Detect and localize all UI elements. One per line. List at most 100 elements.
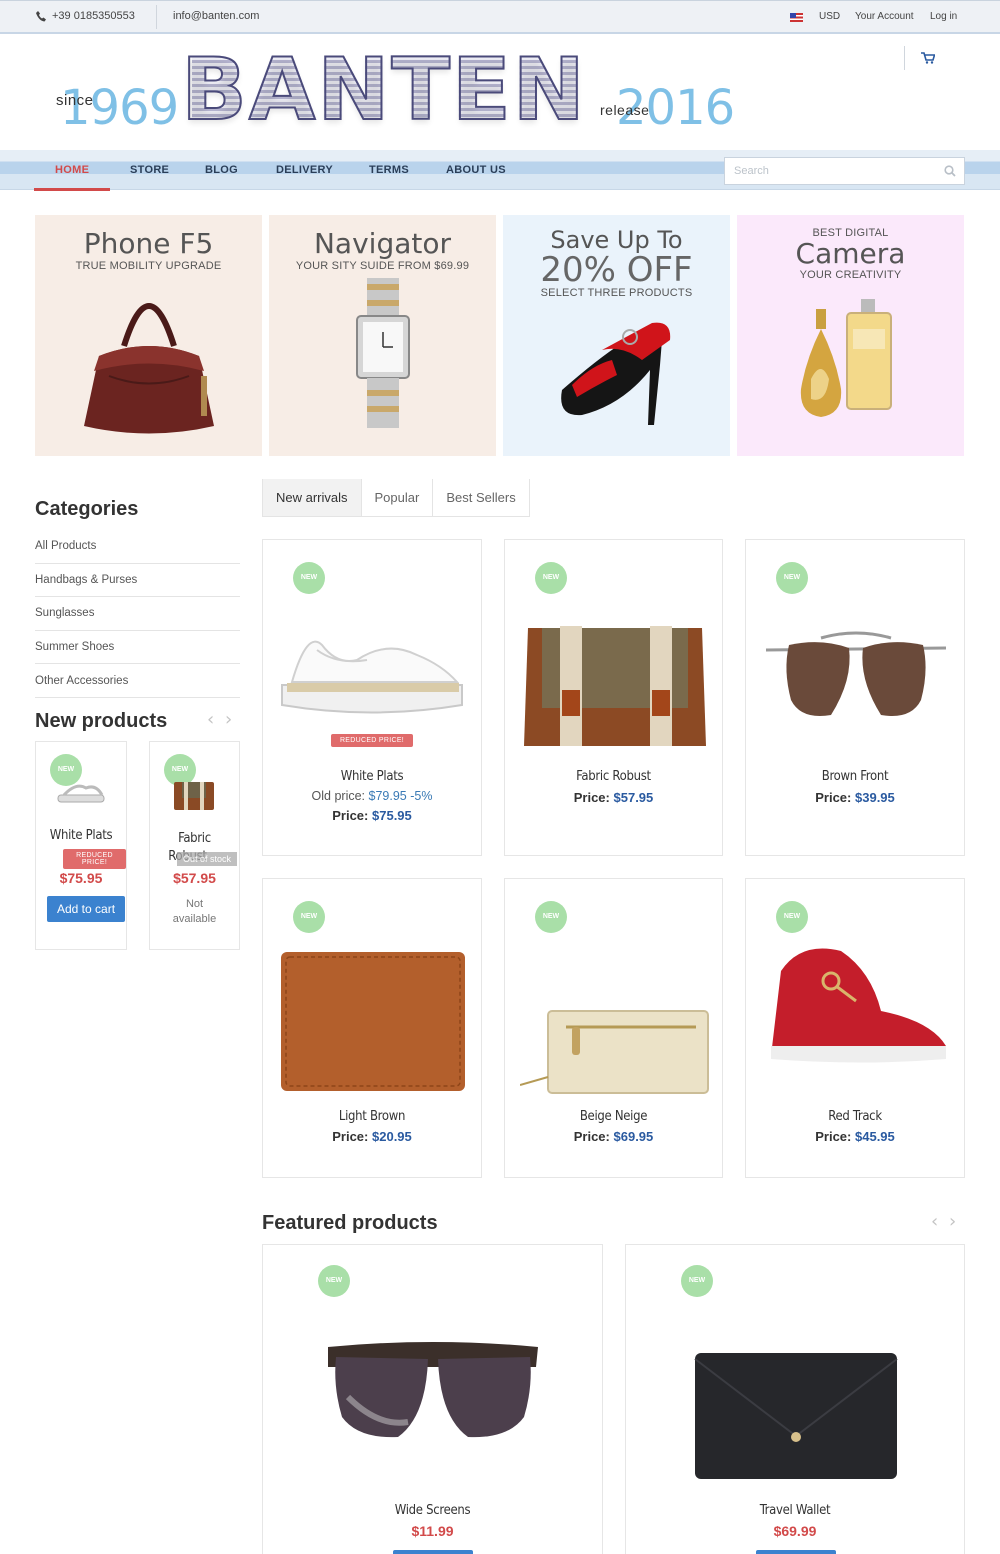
new-badge: NEW (776, 901, 808, 933)
divider (35, 697, 240, 698)
old-price-label: Old price: (311, 789, 366, 803)
active-nav-indicator (34, 188, 110, 191)
product-name[interactable]: White Plats (263, 769, 481, 784)
your-account-link[interactable]: Your Account (855, 11, 914, 22)
categories-title: Categories (35, 498, 139, 520)
price-label: Price: (815, 1129, 852, 1144)
new-products-title: New products (35, 710, 168, 732)
banner-save-20-off[interactable]: Save Up To 20% OFF SELECT THREE PRODUCTS (503, 215, 730, 456)
chevron-right-icon[interactable]: › (949, 1211, 956, 1232)
featured-products-title: Featured products (262, 1212, 438, 1234)
category-handbags-purses[interactable]: Handbags & Purses (35, 574, 240, 586)
divider (35, 630, 240, 631)
banner-phone-f5[interactable]: Phone F5 TRUE MOBILITY UPGRADE (35, 215, 262, 456)
nav-store[interactable]: STORE (130, 164, 169, 176)
beige-clutch-image (520, 1010, 709, 1094)
product-name[interactable]: Wide Screens (263, 1503, 602, 1518)
currency-selector[interactable]: USD (819, 11, 840, 22)
banner-camera[interactable]: BEST DIGITAL Camera YOUR CREATIVITY (737, 215, 964, 456)
category-all-products[interactable]: All Products (35, 540, 240, 552)
price-label: Price: (332, 808, 369, 823)
banner-navigator[interactable]: Navigator YOUR SITY SUIDE FROM $69.99 (269, 215, 496, 456)
add-to-cart-button[interactable]: Add to cart (47, 896, 126, 922)
price-line: Price: $69.95 (505, 1129, 722, 1144)
product-name-line1[interactable]: Fabric (150, 828, 239, 850)
aviator-sunglasses-image (765, 631, 947, 716)
banner-title-line2: 20% OFF (540, 250, 693, 290)
tab-popular[interactable]: Popular (361, 479, 434, 517)
chevron-left-icon[interactable]: ‹ (931, 1211, 938, 1232)
product-card[interactable]: NEW Brown Front Price: $39.95 (745, 539, 965, 856)
price-line: Price: $39.95 (746, 790, 964, 805)
messenger-bag-image (174, 782, 214, 810)
divider (35, 596, 240, 597)
tab-new-arrivals[interactable]: New arrivals (262, 479, 362, 517)
product-card[interactable]: NEW REDUCED PRICE! White Plats Old price… (262, 539, 482, 856)
tab-best-sellers[interactable]: Best Sellers (433, 479, 530, 517)
nav-about-us[interactable]: ABOUT US (446, 164, 506, 176)
price-value: $69.95 (613, 1129, 654, 1144)
add-to-cart-button[interactable] (756, 1550, 836, 1554)
cart-icon[interactable] (921, 52, 935, 64)
product-card[interactable]: NEW Beige Neige Price: $69.95 (504, 878, 723, 1178)
nav-delivery[interactable]: DELIVERY (276, 164, 333, 176)
phone-contact[interactable]: +39 0185350553 (36, 10, 135, 22)
chevron-right-icon[interactable]: › (225, 709, 232, 730)
top-bar: +39 0185350553 info@banten.com USD Your … (0, 0, 1000, 34)
category-summer-shoes[interactable]: Summer Shoes (35, 641, 240, 653)
product-name[interactable]: Travel Wallet (626, 1503, 964, 1518)
new-badge: NEW (535, 562, 567, 594)
price-line: Price: $45.95 (746, 1129, 964, 1144)
banner-subtitle: YOUR SITY SUIDE FROM $69.99 (295, 260, 470, 272)
product-card[interactable]: NEW Fabric Robust Price: $57.95 (504, 539, 723, 856)
product-price: $69.99 (773, 1523, 817, 1539)
nav-terms[interactable]: TERMS (369, 164, 409, 176)
old-price-value: $79.95 -5% (368, 789, 433, 803)
product-name[interactable]: Light Brown (263, 1109, 481, 1124)
nav-blog[interactable]: BLOG (205, 164, 238, 176)
product-price: $75.95 (59, 870, 103, 886)
availability-status: Not available (172, 898, 217, 925)
new-product-card[interactable]: NEW White Plats REDUCED PRICE! $75.95 Ad… (35, 741, 127, 950)
banner-subtitle: SELECT THREE PRODUCTS (540, 287, 693, 299)
price-value: $75.95 (372, 808, 412, 823)
chevron-left-icon[interactable]: ‹ (207, 709, 214, 730)
price-label: Price: (573, 1129, 610, 1144)
product-card[interactable]: NEW Light Brown Price: $20.95 (262, 878, 482, 1178)
banner-title: Navigator (313, 227, 451, 260)
price-line: Price: $75.95 (263, 808, 481, 823)
new-badge: NEW (681, 1265, 713, 1297)
featured-product-card[interactable]: NEW Wide Screens $11.99 (262, 1244, 603, 1554)
product-card[interactable]: NEW Red Track Price: $45.95 (745, 878, 965, 1178)
new-badge: NEW (776, 562, 808, 594)
price-value: $45.95 (855, 1129, 895, 1144)
reduced-price-label: REDUCED PRICE! (63, 849, 126, 869)
category-sunglasses[interactable]: Sunglasses (35, 607, 240, 619)
red-sneaker-image (771, 948, 946, 1063)
email-link[interactable]: info@banten.com (173, 10, 259, 22)
search-icon[interactable] (944, 165, 956, 177)
wide-sunglasses-image (328, 1342, 538, 1438)
featured-product-card[interactable]: NEW Travel Wallet $69.99 (625, 1244, 965, 1554)
product-name[interactable]: Brown Front (746, 769, 964, 784)
divider (156, 5, 157, 29)
category-other-accessories[interactable]: Other Accessories (35, 675, 240, 687)
banten-logo[interactable]: BANTEN (180, 39, 585, 141)
since-label: since (56, 92, 94, 109)
new-badge: NEW (318, 1265, 350, 1297)
add-to-cart-button[interactable] (393, 1550, 473, 1554)
brown-wallet-image (281, 952, 465, 1091)
price-value: $20.95 (372, 1129, 412, 1144)
new-badge: NEW (293, 901, 325, 933)
divider (35, 663, 240, 664)
login-link[interactable]: Log in (930, 11, 957, 22)
us-flag-icon[interactable] (790, 13, 803, 22)
product-name[interactable]: White Plats (36, 828, 126, 843)
nav-home[interactable]: HOME (55, 164, 89, 176)
product-name[interactable]: Beige Neige (505, 1109, 722, 1124)
price-value: $57.95 (613, 790, 654, 805)
search-input[interactable] (725, 158, 925, 184)
product-name[interactable]: Red Track (746, 1109, 964, 1124)
product-name[interactable]: Fabric Robust (505, 769, 722, 784)
new-product-card[interactable]: NEW Fabric Robust Out of stock $57.95 No… (149, 741, 240, 950)
